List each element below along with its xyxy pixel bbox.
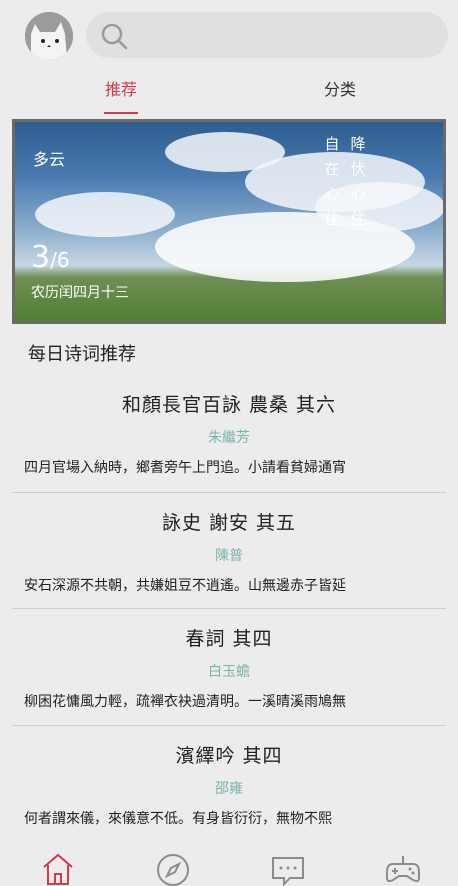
date-day: 3 — [31, 240, 51, 275]
home-icon[interactable] — [40, 850, 76, 886]
tab-underline — [104, 112, 138, 114]
message-icon[interactable] — [270, 850, 306, 886]
poem-title: 和顏長官百詠 農桑 其六 — [121, 394, 337, 416]
poem-card[interactable]: 春詞 其四 白玉蟾 柳困花慵風力輕，疏襌衣袂過清明。一溪晴溪雨鳩無 — [12, 624, 446, 711]
section-title: 每日诗词推荐 — [28, 344, 136, 365]
poem-snippet: 安石深源不共朝，共嫌姐豆不逍遙。山無邊赤子皆延 — [24, 578, 346, 594]
poem-title: 詠史 謝安 其五 — [161, 512, 297, 534]
verse-column: 降 伏 心 住 — [350, 135, 366, 228]
top-bar — [0, 0, 458, 68]
poem-snippet: 何者謂來儀，來儀意不低。有身皆衍衍，無物不熙 — [24, 811, 332, 827]
poem-card[interactable]: 詠史 謝安 其五 陳普 安石深源不共朝，共嫌姐豆不逍遙。山無邊赤子皆延 — [12, 508, 446, 595]
tab-bar: 推荐 分类 — [0, 68, 458, 114]
verse-column: 自 在 心 住 — [324, 135, 340, 228]
tab-category[interactable]: 分类 — [290, 76, 390, 100]
sky-landscape-image: 多云 自 在 心 住 降 伏 心 住 3/6 农历闰四月十三 — [15, 122, 443, 321]
search-icon — [101, 23, 128, 50]
compass-icon[interactable] — [155, 850, 191, 886]
poem-author: 朱繼芳 — [208, 430, 250, 446]
poem-author: 陳普 — [215, 548, 243, 564]
date-display: 3/6 — [31, 240, 70, 275]
search-bar[interactable] — [86, 12, 448, 58]
date-month: /6 — [50, 248, 70, 272]
divider — [12, 492, 446, 493]
poem-author: 邵雍 — [215, 781, 243, 797]
tab-recommend[interactable]: 推荐 — [71, 76, 171, 100]
poem-title: 春詞 其四 — [185, 628, 273, 650]
gamepad-icon[interactable] — [385, 850, 421, 886]
daily-banner[interactable]: 多云 自 在 心 住 降 伏 心 住 3/6 农历闰四月十三 — [12, 119, 446, 324]
poem-snippet: 四月官場入納時，鄉耆旁午上門追。小請看貧婦通宵 — [24, 460, 346, 476]
cat-avatar-icon — [25, 12, 73, 60]
divider — [12, 608, 446, 609]
avatar[interactable] — [25, 12, 73, 60]
poem-card[interactable]: 和顏長官百詠 農桑 其六 朱繼芳 四月官場入納時，鄉耆旁午上門追。小請看貧婦通宵 — [12, 390, 446, 477]
poem-snippet: 柳困花慵風力輕，疏襌衣袂過清明。一溪晴溪雨鳩無 — [24, 694, 346, 710]
lunar-date: 农历闰四月十三 — [31, 285, 129, 301]
poem-author: 白玉蟾 — [208, 664, 250, 680]
weather-label: 多云 — [33, 150, 66, 169]
poem-card[interactable]: 濱繹吟 其四 邵雍 何者謂來儀，來儀意不低。有身皆衍衍，無物不熙 — [12, 741, 446, 828]
poem-title: 濱繹吟 其四 — [175, 745, 283, 767]
divider — [12, 725, 446, 726]
bottom-nav — [0, 846, 458, 886]
verse-vertical: 自 在 心 住 降 伏 心 住 — [323, 132, 367, 232]
